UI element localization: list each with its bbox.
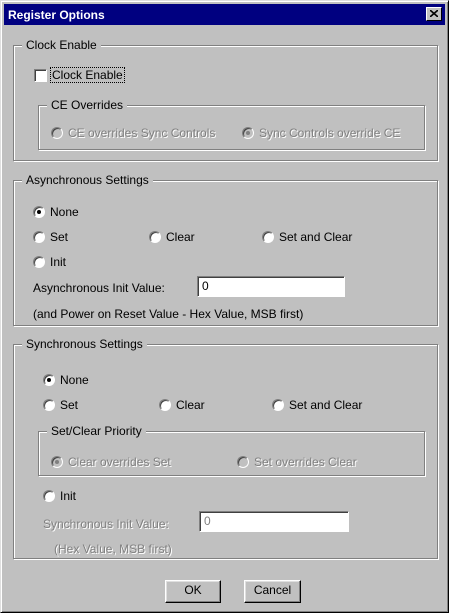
register-options-dialog: Register Options Clock Enable Clock Enab… <box>0 0 449 613</box>
radio-indicator <box>51 456 63 468</box>
sync-init-value-label: Synchronous Init Value: <box>43 517 169 531</box>
radio-indicator <box>43 490 55 502</box>
set-clear-priority-group-label: Set/Clear Priority <box>47 424 146 438</box>
clock-enable-checkbox-label[interactable]: Clock Enable <box>50 67 125 83</box>
radio-label: Init <box>60 489 77 503</box>
async-init-value-note: (and Power on Reset Value - Hex Value, M… <box>33 307 304 321</box>
radio-label: Set <box>50 230 69 244</box>
radio-label: Clear <box>176 398 205 412</box>
radio-indicator <box>262 231 274 243</box>
async-init-value-input[interactable]: 0 <box>197 276 345 297</box>
radio-indicator <box>43 399 55 411</box>
radio-indicator <box>51 127 63 139</box>
sync-settings-group: Synchronous Settings None Set Clear Set … <box>13 337 438 559</box>
radio-label: Set overrides Clear <box>254 455 357 469</box>
clock-enable-group: Clock Enable Clock Enable CE Overrides C… <box>13 38 438 161</box>
radio-indicator <box>159 399 171 411</box>
clock-enable-group-label: Clock Enable <box>22 38 101 52</box>
ce-overrides-group: CE Overrides CE overrides Sync Controls … <box>38 98 425 150</box>
sync-init-value-input[interactable]: 0 <box>199 511 349 532</box>
async-settings-group-label: Asynchronous Settings <box>22 173 153 187</box>
radio-label: Init <box>50 255 67 269</box>
title-bar[interactable]: Register Options <box>4 4 445 25</box>
radio-label: Set <box>60 398 79 412</box>
close-icon <box>430 10 438 17</box>
clock-enable-checkbox[interactable] <box>34 69 47 82</box>
radio-indicator <box>149 231 161 243</box>
ok-button[interactable]: OK <box>165 580 221 603</box>
ce-overrides-group-label: CE Overrides <box>47 98 128 112</box>
close-button[interactable] <box>426 7 442 21</box>
radio-indicator <box>237 456 249 468</box>
radio-label: Clear <box>166 230 195 244</box>
radio-indicator <box>33 256 45 268</box>
radio-indicator <box>33 231 45 243</box>
async-init-value-label: Asynchronous Init Value: <box>33 281 165 295</box>
radio-label: Clear overrides Set <box>68 455 171 469</box>
cancel-button[interactable]: Cancel <box>244 580 301 603</box>
radio-label: CE overrides Sync Controls <box>68 126 216 140</box>
radio-indicator <box>33 206 45 218</box>
async-settings-group: Asynchronous Settings None Set Clear Set… <box>13 173 438 326</box>
sync-init-value-note: (Hex Value, MSB first) <box>54 542 172 556</box>
radio-label: Sync Controls override CE <box>259 126 401 140</box>
radio-indicator <box>242 127 254 139</box>
radio-label: None <box>60 373 89 387</box>
radio-indicator <box>43 374 55 386</box>
radio-label: Set and Clear <box>279 230 353 244</box>
window-title: Register Options <box>8 8 105 22</box>
set-clear-priority-group: Set/Clear Priority Clear overrides Set S… <box>38 424 425 476</box>
radio-indicator <box>272 399 284 411</box>
radio-label: None <box>50 205 79 219</box>
radio-label: Set and Clear <box>289 398 363 412</box>
sync-settings-group-label: Synchronous Settings <box>22 337 147 351</box>
